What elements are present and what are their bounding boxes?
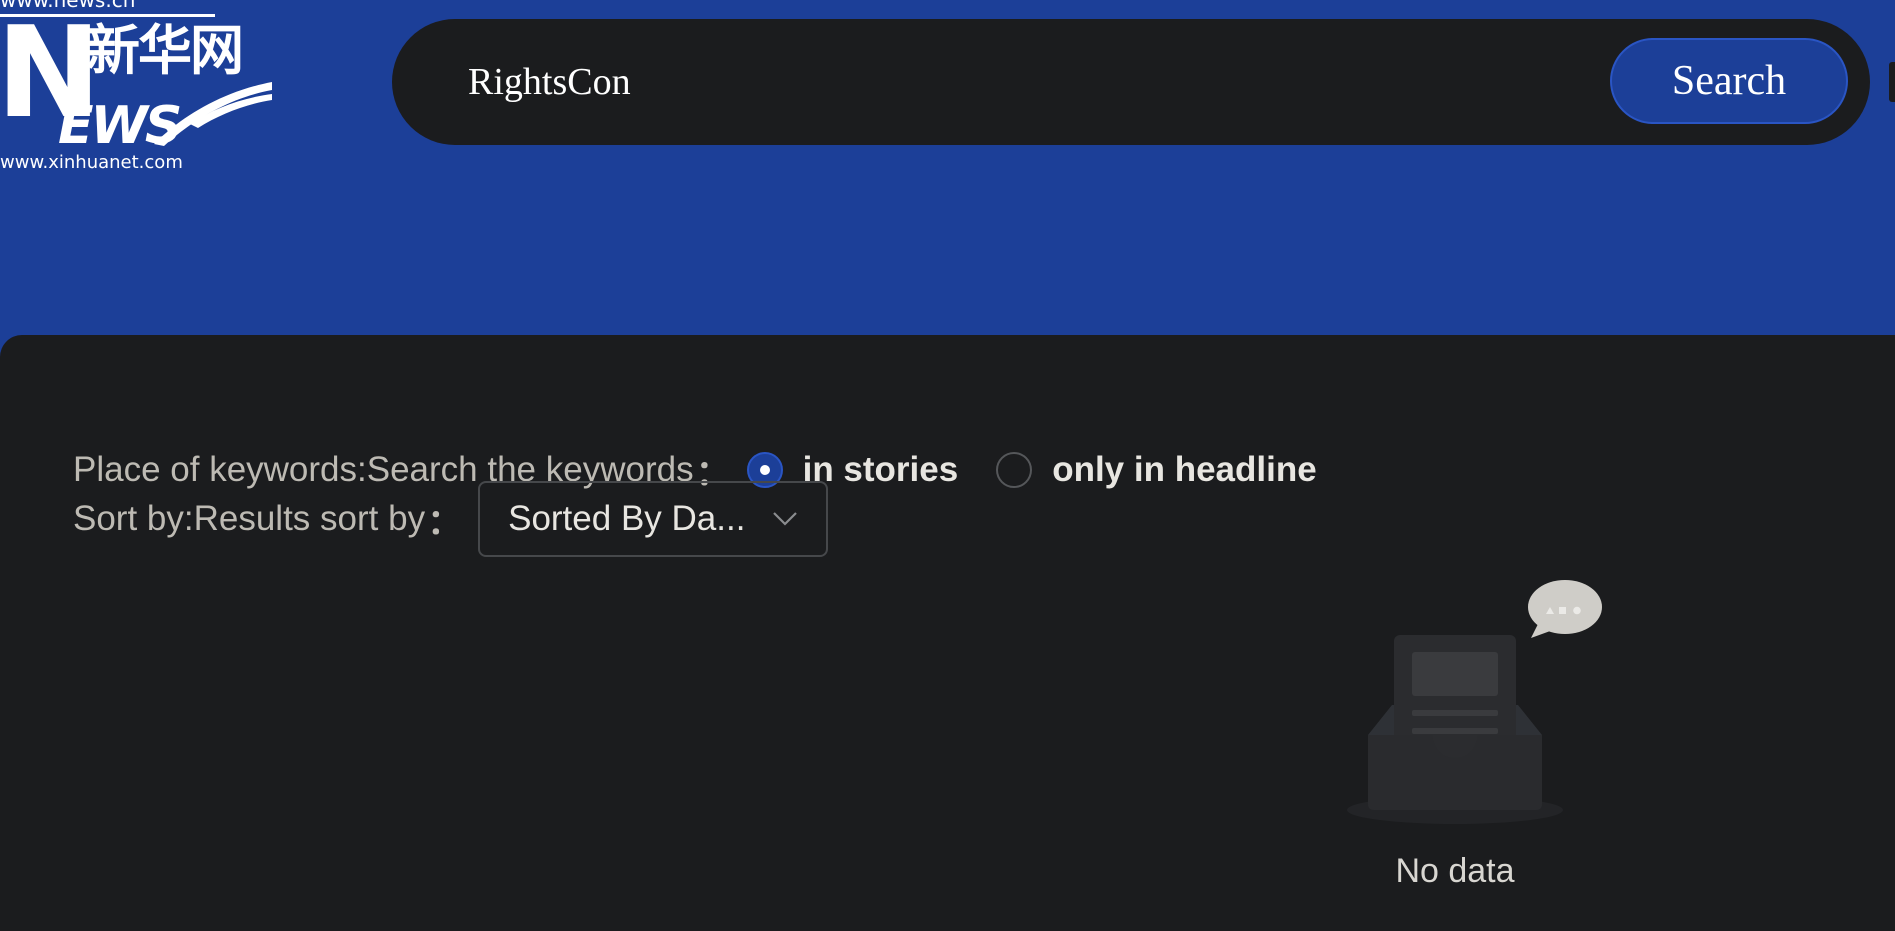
empty-state: No data — [1340, 580, 1602, 910]
keyword-place-radio-group: in stories only in headline — [746, 450, 1355, 490]
sort-filter: Sort by:Results sort by ： Sorted By Da..… — [73, 480, 829, 558]
sort-colon: ： — [427, 502, 463, 542]
search-button[interactable]: Search — [1610, 38, 1848, 124]
radio-unchecked-icon[interactable] — [996, 452, 1033, 488]
radio-only-in-headline-label: only in headline — [1052, 450, 1317, 489]
search-bar: Search — [392, 19, 1870, 145]
logo-chinese-name: 新华网 — [86, 19, 244, 82]
sort-selected-value: Sorted By Da... — [508, 499, 746, 538]
no-data-text: No data — [1395, 852, 1515, 890]
chevron-down-icon — [773, 512, 797, 526]
logo-swoosh-icon — [154, 82, 272, 146]
sort-select[interactable]: Sorted By Da... — [478, 481, 829, 557]
logo-url-bottom: www.xinhuanet.com — [0, 152, 183, 173]
chat-bubble-icon — [1528, 580, 1602, 638]
search-input[interactable] — [468, 43, 1548, 121]
edge-tab — [1889, 62, 1895, 102]
sort-label: Sort by:Results sort by — [73, 499, 426, 538]
results-panel: Place of keywords:Search the keywords ： … — [0, 335, 1895, 931]
xinhua-news-logo[interactable]: www.news.cn N 新华网 EWS www.xinhuanet.com — [0, 0, 280, 180]
radio-only-in-headline[interactable]: only in headline — [996, 450, 1317, 490]
site-header: www.news.cn N 新华网 EWS www.xinhuanet.com … — [0, 0, 1895, 335]
